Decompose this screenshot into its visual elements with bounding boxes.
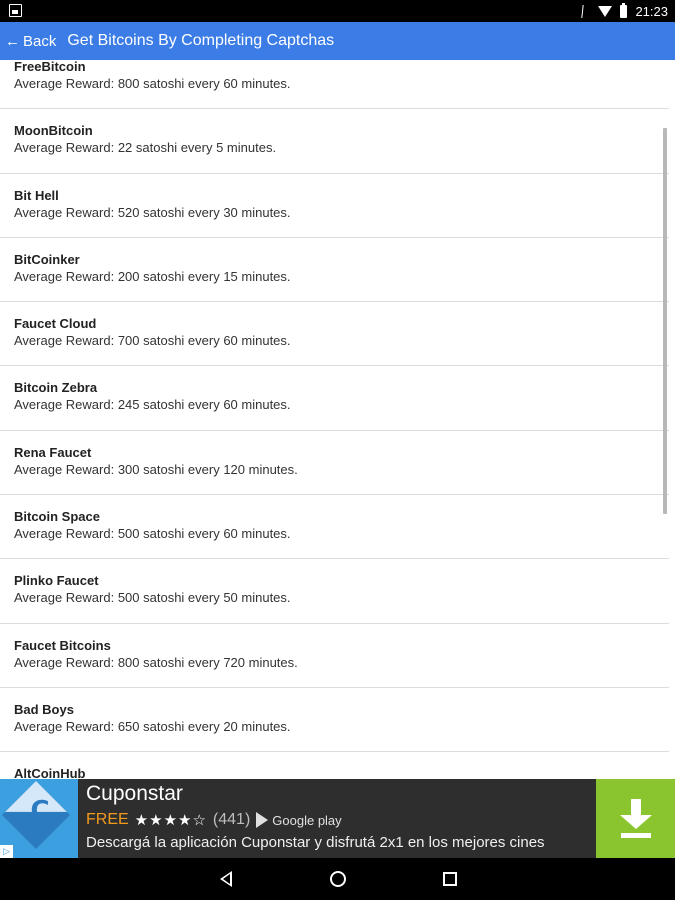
bluetooth-icon [581, 4, 592, 18]
nav-back-button[interactable] [215, 868, 237, 890]
faucet-name: FreeBitcoin [14, 60, 86, 74]
ad-banner[interactable]: C Cuponstar FREE ★★★★☆ (441) Google play… [0, 779, 675, 858]
ad-meta-row: FREE ★★★★☆ (441) Google play [86, 810, 342, 830]
list-item[interactable]: Rena Faucet Average Reward: 300 satoshi e… [0, 431, 669, 496]
list-item[interactable]: MoonBitcoin Average Reward: 22 satoshi ev… [0, 109, 669, 174]
home-circle-icon [330, 871, 346, 887]
image-notification-icon [9, 4, 22, 17]
faucet-name: Faucet Cloud [14, 316, 97, 332]
faucet-list[interactable]: FreeBitcoin Average Reward: 800 satoshi e… [0, 60, 669, 779]
google-play-badge: Google play [256, 812, 342, 828]
faucet-name: Plinko Faucet [14, 573, 99, 589]
store-label: Google play [272, 812, 342, 828]
ad-title[interactable]: Cuponstar [86, 782, 183, 806]
faucet-reward: Average Reward: 22 satoshi every 5 minut… [14, 140, 277, 156]
faucet-name: Bitcoin Space [14, 509, 100, 525]
faucet-name: Bit Hell [14, 187, 59, 203]
logo-letter: C [30, 796, 50, 826]
list-item[interactable]: AltCoinHub [0, 752, 669, 779]
faucet-name: Faucet Bitcoins [14, 637, 111, 653]
list-item[interactable]: Bitcoin Zebra Average Reward: 245 satoshi… [0, 366, 669, 431]
back-triangle-icon [220, 871, 232, 887]
faucet-reward: Average Reward: 700 satoshi every 60 min… [14, 333, 291, 349]
status-time: 21:23 [635, 3, 668, 19]
faucet-reward: Average Reward: 800 satoshi every 60 min… [14, 76, 291, 91]
faucet-name: BitCoinker [14, 251, 80, 267]
navigation-bar [0, 858, 675, 900]
nav-recents-button[interactable] [439, 868, 461, 890]
play-store-icon [256, 812, 269, 828]
faucet-reward: Average Reward: 300 satoshi every 120 mi… [14, 461, 298, 477]
ad-description: Descargá la aplicación Cuponstar y disfr… [86, 834, 545, 851]
page-title: Get Bitcoins By Completing Captchas [67, 32, 335, 49]
faucet-reward: Average Reward: 200 satoshi every 15 min… [14, 268, 291, 284]
download-icon [619, 798, 652, 839]
recents-square-icon [443, 872, 457, 886]
app-bar: ← Back Get Bitcoins By Completing Captch… [0, 22, 675, 60]
faucet-reward: Average Reward: 500 satoshi every 50 min… [14, 590, 291, 606]
list-item[interactable]: FreeBitcoin Average Reward: 800 satoshi e… [0, 60, 669, 110]
faucet-reward: Average Reward: 650 satoshi every 20 min… [14, 718, 291, 734]
battery-icon [620, 2, 628, 18]
list-item[interactable]: Plinko Faucet Average Reward: 500 satoshi… [0, 559, 669, 624]
faucet-reward: Average Reward: 800 satoshi every 720 mi… [14, 654, 298, 670]
status-bar: 21:23 [0, 0, 675, 22]
nav-home-button[interactable] [327, 868, 349, 890]
list-item[interactable]: BitCoinker Average Reward: 200 satoshi ev… [0, 238, 669, 303]
faucet-name: MoonBitcoin [14, 123, 93, 139]
wifi-icon [598, 5, 613, 17]
ad-download-button[interactable] [596, 779, 675, 858]
list-item[interactable]: Faucet Bitcoins Average Reward: 800 satos… [0, 624, 669, 688]
ad-choices-icon[interactable]: ▷ [0, 845, 13, 858]
back-label: Back [23, 32, 57, 50]
list-item[interactable]: Bit Hell Average Reward: 520 satoshi ever… [0, 174, 669, 238]
ad-price: FREE [86, 811, 129, 828]
star-rating-icon: ★★★★☆ [134, 812, 207, 829]
faucet-name: Bitcoin Zebra [14, 380, 98, 396]
status-icons: 21:23 [581, 0, 668, 22]
ad-rating-count: (441) [212, 811, 251, 828]
faucet-reward: Average Reward: 520 satoshi every 30 min… [14, 204, 291, 220]
faucet-reward: Average Reward: 245 satoshi every 60 min… [14, 397, 291, 413]
back-arrow-icon: ← [5, 32, 20, 50]
scrollbar[interactable] [663, 128, 667, 514]
faucet-name: Bad Boys [14, 701, 74, 717]
list-item[interactable]: Bad Boys Average Reward: 650 satoshi ever… [0, 688, 669, 753]
faucet-name: AltCoinHub [14, 766, 86, 779]
faucet-reward: Average Reward: 500 satoshi every 60 min… [14, 526, 291, 542]
list-item[interactable]: Bitcoin Space Average Reward: 500 satoshi… [0, 495, 669, 560]
faucet-name: Rena Faucet [14, 444, 92, 460]
list-item[interactable]: Faucet Cloud Average Reward: 700 satoshi … [0, 302, 669, 367]
back-button[interactable]: ← Back [0, 22, 62, 60]
